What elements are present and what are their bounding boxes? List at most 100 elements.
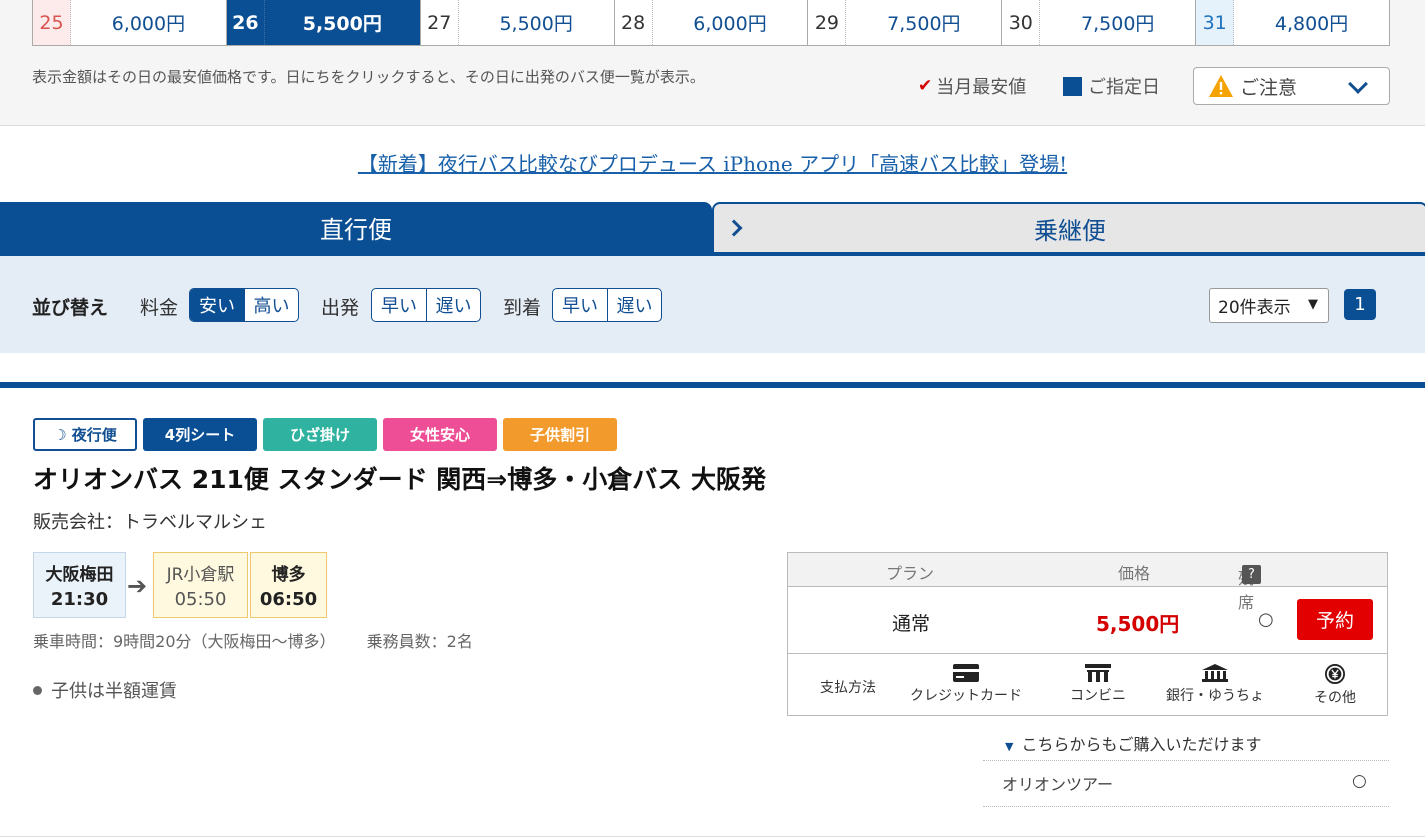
calendar-day-number: 29: [808, 0, 847, 45]
tab-transfer[interactable]: 乗継便: [712, 202, 1425, 252]
calendar-day-number: 25: [33, 0, 71, 45]
plan-table-header: プラン 価格 残席?: [788, 553, 1387, 612]
payment-label-other: その他: [1314, 690, 1356, 706]
crew-count: 乗務員数：2名: [366, 632, 473, 651]
divider: [983, 806, 1389, 807]
payment-credit-card: クレジットカード: [910, 664, 1022, 705]
sort-arrive-toggle: 早い 遅い: [552, 288, 662, 322]
dropdown-arrow-icon: ▼: [1308, 297, 1318, 312]
arrival-time: 06:50: [259, 589, 318, 610]
sort-price-high[interactable]: 高い: [244, 289, 298, 321]
sort-price-cheap[interactable]: 安い: [190, 289, 244, 321]
plan-price: 5,500円: [1096, 612, 1180, 636]
bus-tags: ☽ 夜行便 4列シート ひざ掛け 女性安心 子供割引: [33, 418, 617, 451]
calendar-day-28[interactable]: 28 6,000円: [615, 0, 809, 45]
sort-arrive-early[interactable]: 早い: [553, 289, 607, 321]
sort-price-toggle: 安い 高い: [189, 288, 299, 322]
per-page-value: 20件表示: [1218, 298, 1291, 318]
child-note: 子供は半額運賃: [33, 677, 177, 703]
plan-seat-status: ○: [1258, 609, 1274, 630]
calendar-day-price: 7,500円: [887, 13, 961, 35]
header-plan: プラン: [886, 564, 935, 583]
seller-name: 販売会社：トラベルマルシェ: [33, 512, 267, 533]
calendar-day-30[interactable]: 30 7,500円: [1002, 0, 1197, 45]
calendar-row: 25 6,000円 26 5,500円 27 5,500円 28 6,000円 …: [32, 0, 1390, 46]
ride-info: 乗車時間：9時間20分（大阪梅田～博多） 乗務員数：2名: [33, 628, 473, 652]
calendar-day-31[interactable]: 31 4,800円: [1196, 0, 1389, 45]
tag-four-row-seat: 4列シート: [143, 418, 257, 451]
tag-night-bus: ☽ 夜行便: [33, 418, 137, 451]
tag-child-discount: 子供割引: [503, 418, 617, 451]
sort-depart-late[interactable]: 遅い: [426, 289, 480, 321]
caution-label: ご注意: [1240, 76, 1298, 99]
legend-lowest: ✔ 当月最安値: [918, 73, 1026, 99]
sort-depart-early[interactable]: 早い: [372, 289, 426, 321]
plan-row: 通常 5,500円 ○ 予約: [788, 587, 1387, 654]
via-time: 05:50: [174, 589, 227, 610]
arrow-right-icon: ➔: [127, 572, 148, 600]
section-divider: [0, 382, 1425, 388]
payment-label-credit: クレジットカード: [910, 688, 1022, 704]
yen-icon: [1325, 664, 1345, 684]
payment-methods: 支払方法 クレジットカード コンビニ 銀行・ゆうちょ その他: [788, 654, 1387, 714]
bullet-icon: [33, 685, 42, 695]
departure-time: 21:30: [50, 589, 109, 610]
header-price: 価格: [1118, 564, 1151, 583]
calendar-day-number: 30: [1002, 0, 1041, 45]
page-number[interactable]: 1: [1344, 289, 1376, 320]
calendar-day-26[interactable]: 26 5,500円: [226, 0, 421, 45]
calendar-day-price: 4,800円: [1274, 13, 1349, 35]
calendar-day-25[interactable]: 25 6,000円: [33, 0, 227, 45]
calendar-day-number: 27: [421, 0, 459, 45]
sort-depart-label: 出発: [321, 297, 360, 319]
sort-arrive-late[interactable]: 遅い: [607, 289, 661, 321]
tab-direct[interactable]: 直行便: [0, 202, 712, 252]
legend-selected-label: ご指定日: [1088, 77, 1160, 98]
calendar-day-27[interactable]: 27 5,500円: [421, 0, 615, 45]
per-page-select[interactable]: 20件表示 ▼: [1209, 288, 1329, 323]
calendar-day-number: 28: [615, 0, 653, 45]
bottom-divider: [0, 836, 1425, 837]
payment-bank: 銀行・ゆうちょ: [1166, 664, 1264, 705]
payment-other: その他: [1314, 664, 1356, 707]
plan-name: 通常: [892, 613, 931, 635]
calendar-day-29[interactable]: 29 7,500円: [808, 0, 1003, 45]
convenience-store-icon: [1085, 664, 1111, 682]
selected-square-icon: [1063, 76, 1082, 96]
arrival-stop: 博多 06:50: [250, 552, 327, 618]
bank-icon: [1202, 664, 1228, 682]
calendar-day-price: 6,000円: [693, 13, 767, 35]
calendar-note: 表示金額はその日の最安値価格です。日にちをクリックすると、その日に出発のバス便一…: [32, 68, 705, 86]
plan-table: プラン 価格 残席? 通常 5,500円 ○ 予約 支払方法 クレジットカード: [787, 552, 1388, 716]
check-icon: ✔: [918, 76, 933, 96]
sort-arrive-label: 到着: [503, 297, 542, 319]
calendar-day-price: 7,500円: [1081, 13, 1155, 35]
reserve-button[interactable]: 予約: [1297, 599, 1373, 640]
calendar-day-number: 31: [1196, 0, 1235, 45]
calendar-day-price: 5,500円: [499, 13, 573, 35]
departure-stop: 大阪梅田 21:30: [33, 552, 126, 618]
triangle-down-icon: ▼: [1005, 740, 1014, 753]
sort-depart-toggle: 早い 遅い: [371, 288, 481, 322]
payment-label: 支払方法: [820, 680, 876, 696]
moon-icon: ☽: [53, 425, 67, 444]
legend-lowest-label: 当月最安値: [936, 77, 1027, 98]
payment-label-bank: 銀行・ゆうちょ: [1166, 688, 1264, 704]
arrival-name: 博多: [271, 565, 306, 585]
caution-dropdown[interactable]: ご注意: [1193, 67, 1390, 105]
news-link[interactable]: 【新着】夜行バス比較なびプロデュース iPhone アプリ「高速バス比較」登場!: [0, 148, 1425, 177]
ride-time: 乗車時間：9時間20分（大阪梅田～博多）: [33, 632, 336, 651]
child-note-text: 子供は半額運賃: [51, 681, 177, 702]
sort-bar: 並び替え 料金 安い 高い 出発 早い 遅い 到着 早い 遅い 20件表示 ▼ …: [0, 256, 1425, 353]
bus-title: オリオンバス 211便 スタンダード 関西⇒博多・小倉バス 大阪発: [33, 465, 766, 494]
payment-label-convenience: コンビニ: [1070, 688, 1126, 704]
credit-card-icon: [953, 664, 979, 682]
tour-seat-status: ○: [1352, 771, 1367, 791]
calendar-day-price: 5,500円: [264, 0, 420, 45]
warning-icon: [1209, 75, 1233, 97]
chevron-down-icon: [1348, 74, 1368, 94]
help-icon[interactable]: ?: [1242, 565, 1261, 584]
tour-name[interactable]: オリオンツアー: [1002, 771, 1113, 795]
departure-name: 大阪梅田: [45, 565, 114, 585]
other-purchase-toggle[interactable]: ▼ こちらからもご購入いただけます: [1005, 731, 1261, 755]
